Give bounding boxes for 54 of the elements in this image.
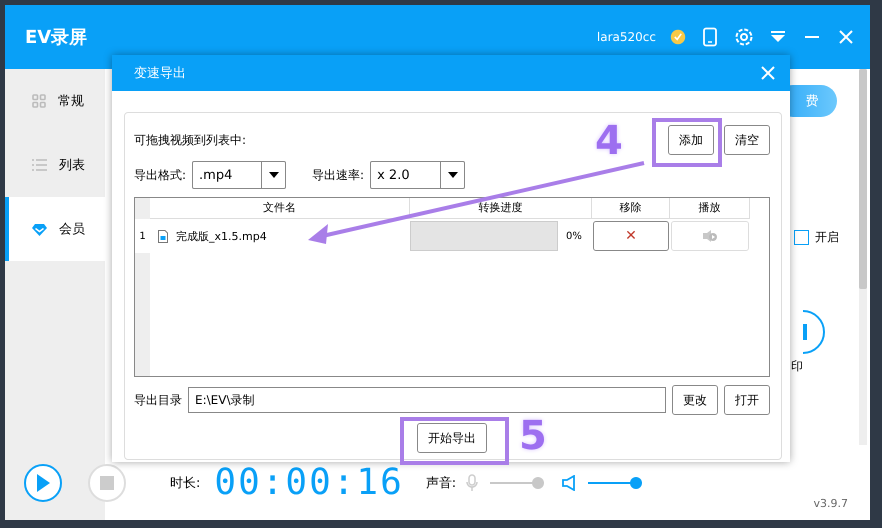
step-number: 4 [595, 118, 623, 164]
speed-select[interactable]: x 2.0 [370, 161, 466, 189]
speed-label: 导出速率: [312, 166, 364, 184]
checkbox-label: 开启 [815, 229, 839, 246]
diamond-icon [32, 222, 47, 236]
close-button[interactable] [760, 65, 776, 81]
format-select[interactable]: .mp4 [192, 161, 286, 189]
feature-label: 印 [791, 358, 803, 375]
stop-button[interactable] [88, 464, 126, 502]
dialog-title: 变速导出 [134, 65, 187, 82]
progress-text: 0% [566, 230, 582, 242]
tablet-icon[interactable] [700, 27, 720, 47]
sound-label: 声音: [426, 474, 456, 492]
toolbar-button[interactable]: 清空 [724, 125, 770, 155]
column-header: 移除 [592, 198, 670, 219]
play-icon [702, 229, 718, 243]
sidebar-item[interactable]: 列表 [5, 133, 105, 197]
settings-icon[interactable] [734, 27, 754, 47]
hint-text: 可拖拽视频到列表中: [134, 132, 246, 148]
username: lara520cc [596, 30, 656, 44]
caret-icon [448, 172, 458, 178]
file-cell: 完成版_x1.5.mp4 [150, 219, 410, 253]
start-export-button[interactable]: 开始导出 [417, 423, 487, 453]
column-header: 播放 [670, 198, 750, 219]
file-icon [158, 230, 168, 242]
scrollbar[interactable] [859, 69, 867, 445]
output-button[interactable]: 打开 [724, 385, 770, 415]
output-label: 导出目录 [134, 392, 182, 408]
list-icon [32, 159, 47, 171]
checkbox[interactable] [794, 230, 809, 245]
output-button[interactable]: 更改 [672, 385, 718, 415]
play-icon [35, 472, 51, 492]
toolbar-button[interactable]: 添加 [668, 125, 714, 155]
highlight-frame [652, 118, 722, 167]
duration-display: 00:00:16 [214, 462, 404, 503]
stop-icon [100, 476, 114, 490]
badge-icon [670, 29, 686, 45]
grid-icon [32, 94, 46, 108]
app-title: EV录屏 [25, 26, 88, 49]
speaker-icon[interactable] [562, 474, 576, 490]
row-number: 1 [135, 219, 150, 253]
sidebar-item[interactable]: 常规 [5, 69, 105, 133]
ring-icon [803, 310, 825, 354]
duration-label: 时长: [170, 474, 200, 492]
sidebar-item[interactable]: 会员 [5, 197, 105, 261]
microphone-icon [466, 474, 478, 492]
column-header: 文件名 [150, 198, 410, 219]
caret-icon [268, 172, 279, 178]
column-header: 转换进度 [410, 198, 592, 219]
version-label: v3.9.7 [814, 497, 848, 510]
step-number: 5 [519, 413, 547, 459]
output-path-field[interactable]: E:\EV\录制 [188, 387, 666, 413]
format-label: 导出格式: [134, 166, 186, 184]
remove-button[interactable]: ✕ [593, 221, 669, 251]
